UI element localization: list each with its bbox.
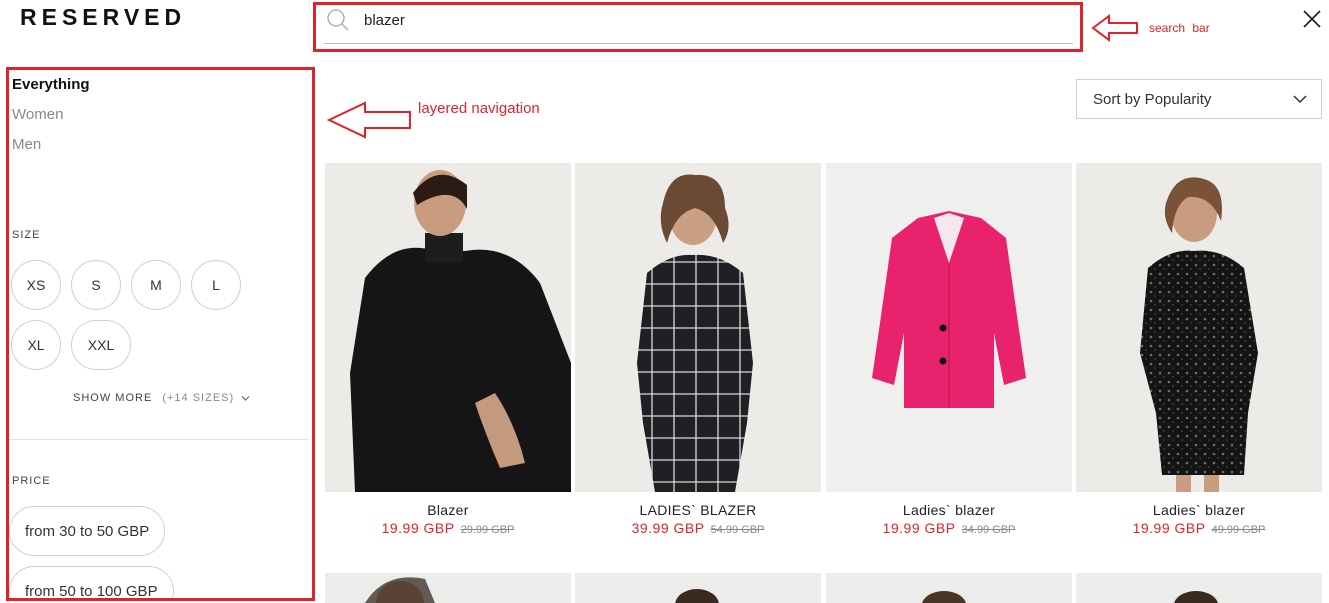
reserved-logo[interactable]: RESERVED [20, 4, 186, 31]
size-filter-title: SIZE [12, 229, 41, 241]
annotation-search-bar: search bar [1149, 21, 1210, 35]
product-image[interactable] [325, 163, 571, 492]
price-filter-title: PRICE [12, 475, 51, 487]
current-price: 19.99 GBP [381, 520, 455, 536]
product-price: 19.99 GBP 29.99 GBP [325, 520, 571, 536]
size-chip-xxl[interactable]: XXL [71, 320, 131, 370]
product-price: 39.99 GBP 54.99 GBP [575, 520, 821, 536]
search-input[interactable] [364, 10, 864, 30]
old-price: 34.99 GBP [961, 524, 1016, 536]
chevron-down-icon [1293, 95, 1307, 104]
annotation-arrow-left-icon [1091, 14, 1138, 42]
price-chip-50-100[interactable]: from 50 to 100 GBP [9, 566, 174, 598]
size-chip-xs[interactable]: XS [11, 260, 61, 310]
old-price: 29.99 GBP [460, 524, 515, 536]
product-image[interactable] [1076, 573, 1322, 603]
product-price: 19.99 GBP 34.99 GBP [826, 520, 1072, 536]
search-icon[interactable] [326, 8, 350, 32]
filter-divider [9, 439, 309, 440]
product-price: 19.99 GBP 49.99 GBP [1076, 520, 1322, 536]
sort-label: Sort by Popularity [1093, 90, 1212, 108]
product-image[interactable] [575, 163, 821, 492]
close-icon[interactable] [1302, 9, 1322, 29]
show-more-label: SHOW MORE [73, 392, 153, 404]
search-bar [313, 2, 1083, 52]
product-image[interactable] [325, 573, 571, 603]
chevron-down-icon [241, 395, 250, 401]
product-image[interactable] [826, 163, 1072, 492]
category-women[interactable]: Women [12, 106, 63, 123]
product-image[interactable] [1076, 163, 1322, 492]
show-more-sizes-button[interactable]: SHOW MORE (+14 SIZES) [73, 392, 250, 404]
product-image[interactable] [575, 573, 821, 603]
product-image[interactable] [826, 573, 1072, 603]
product-name[interactable]: Ladies` blazer [1076, 502, 1322, 518]
show-more-count: (+14 SIZES) [162, 392, 235, 404]
current-price: 39.99 GBP [631, 520, 705, 536]
product-name[interactable]: Blazer [325, 502, 571, 518]
annotation-arrow-left-icon [327, 101, 411, 139]
sort-dropdown[interactable]: Sort by Popularity [1076, 79, 1322, 119]
product-name[interactable]: LADIES` BLAZER [575, 502, 821, 518]
category-everything[interactable]: Everything [12, 76, 90, 93]
product-name[interactable]: Ladies` blazer [826, 502, 1072, 518]
size-chip-m[interactable]: M [131, 260, 181, 310]
current-price: 19.99 GBP [1132, 520, 1206, 536]
old-price: 49.99 GBP [1211, 524, 1266, 536]
size-chip-xl[interactable]: XL [11, 320, 61, 370]
annotation-layered-navigation: layered navigation [418, 100, 540, 117]
size-chip-s[interactable]: S [71, 260, 121, 310]
current-price: 19.99 GBP [882, 520, 956, 536]
layered-navigation: Everything Women Men SIZE XS S M L XL XX… [6, 67, 315, 601]
category-men[interactable]: Men [12, 136, 41, 153]
size-chip-l[interactable]: L [191, 260, 241, 310]
old-price: 54.99 GBP [710, 524, 765, 536]
search-underline [324, 43, 1073, 44]
price-chip-30-50[interactable]: from 30 to 50 GBP [9, 506, 166, 556]
